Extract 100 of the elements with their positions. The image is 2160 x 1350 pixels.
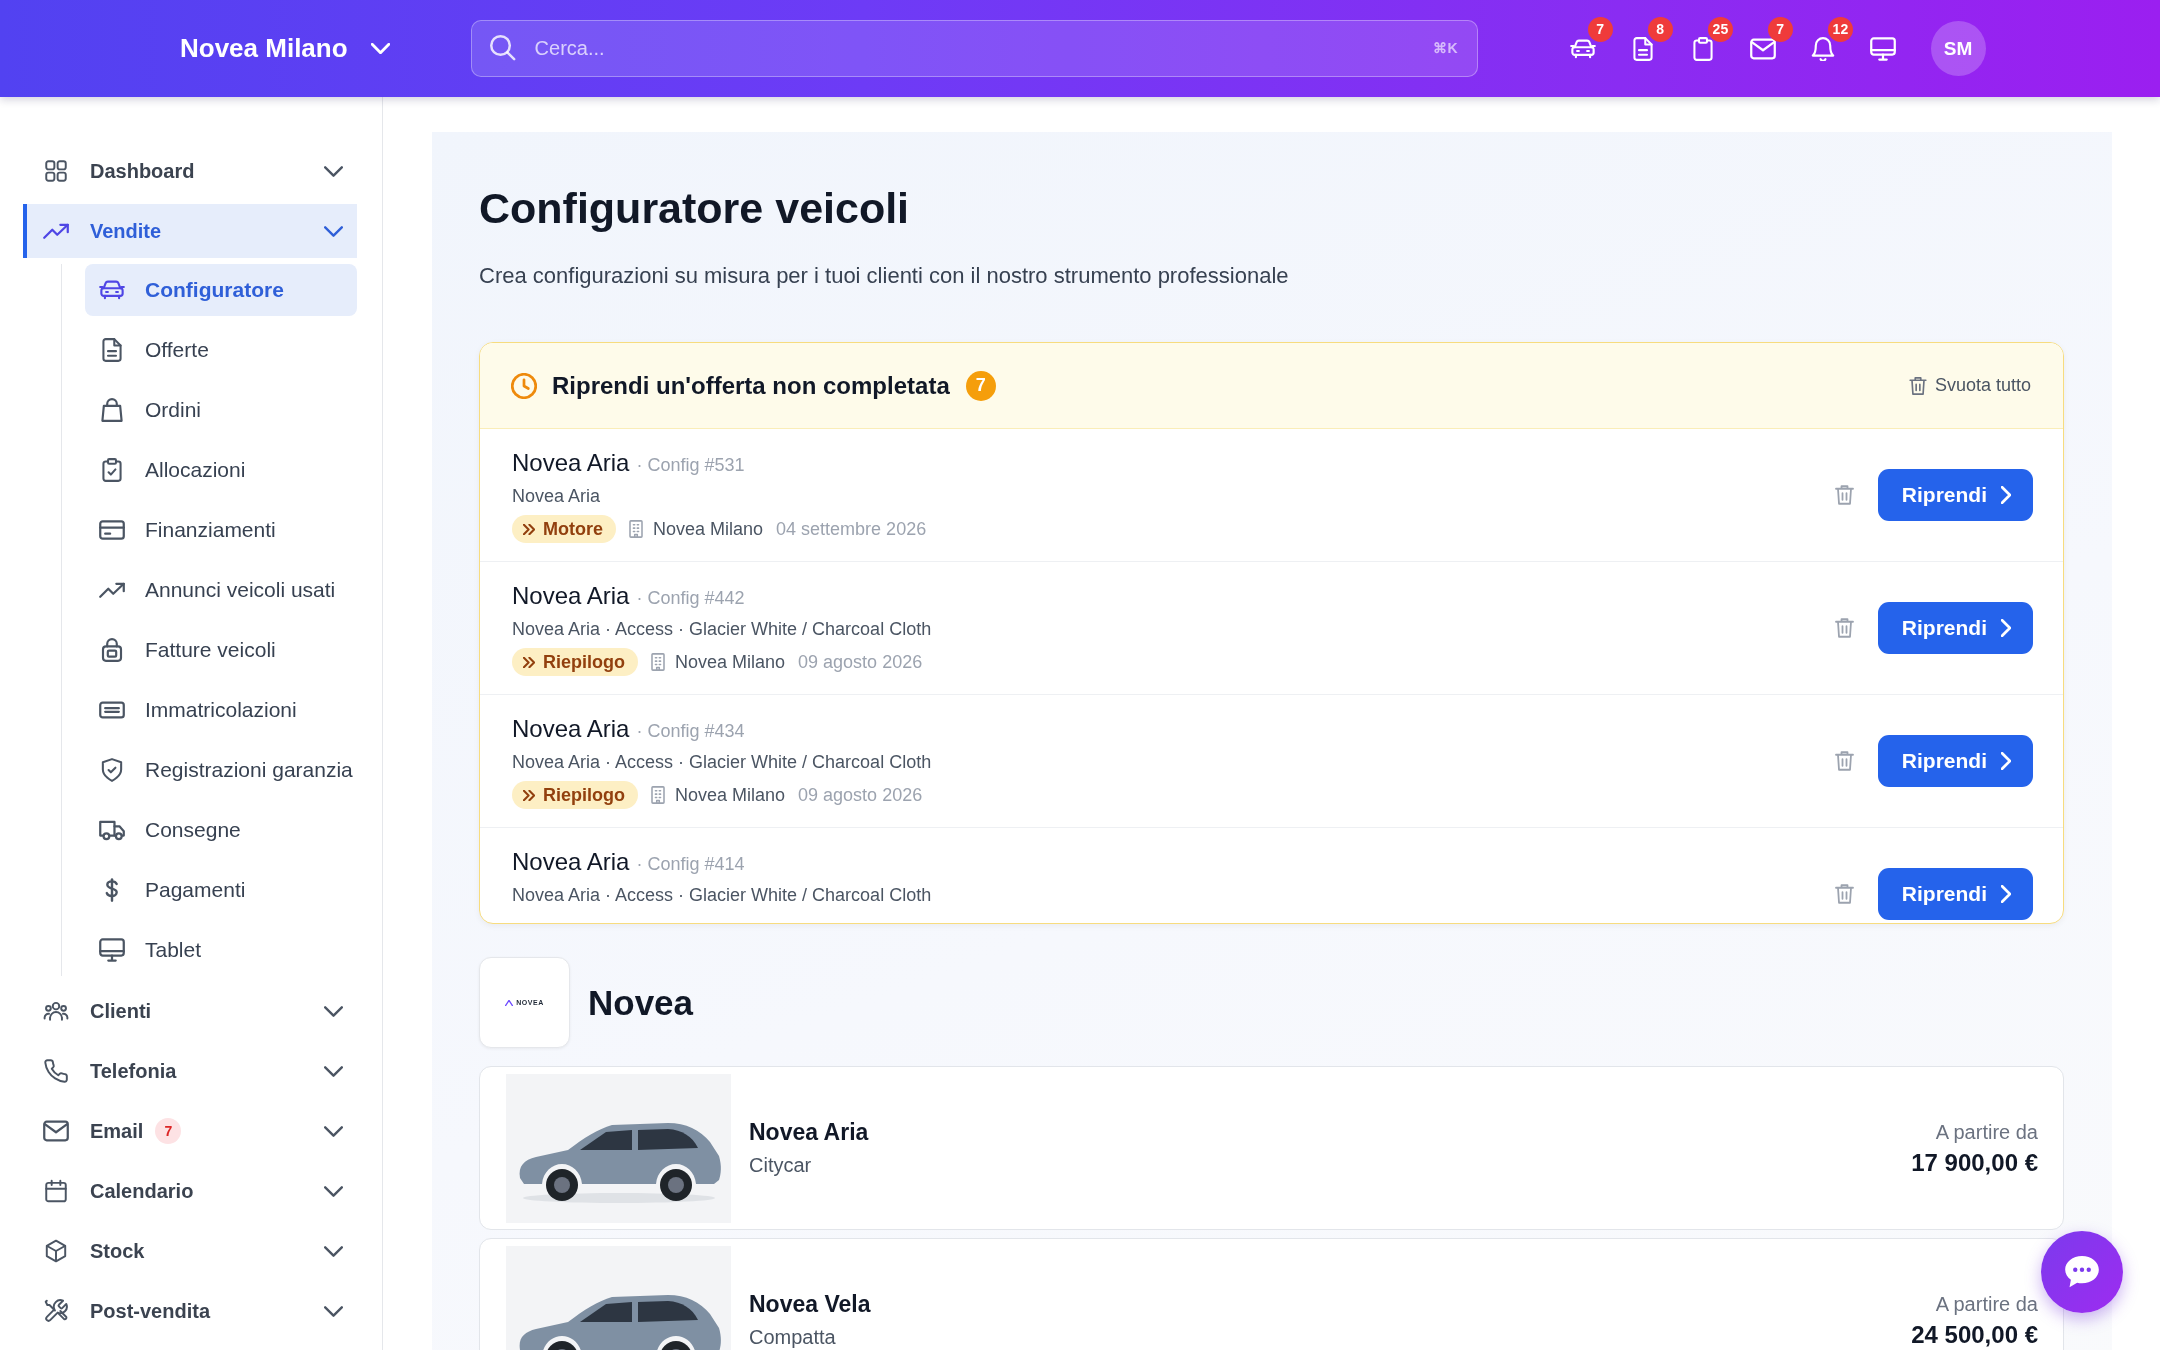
building-icon [628,520,644,538]
tools-icon [43,1298,69,1324]
resume-button[interactable]: Riprendi [1877,735,2033,787]
calendar-icon [43,1178,69,1204]
vehicle-category: Citycar [749,1153,812,1178]
nav-item[interactable]: Clienti [23,984,357,1038]
nav-subitem[interactable]: Allocazioni [85,444,357,496]
offer-date: 04 settembre 2026 [776,518,927,540]
vehicle-price: 24 500,00 € [1911,1321,2038,1349]
chevron-down-icon [324,225,343,237]
config-details: Novea Aria · Access · Glacier White / Charcoal Cloth [512,751,932,774]
config-number: · Config #442 [636,587,745,610]
chevron-down-icon [324,165,343,177]
vehicle-name: Novea Vela [749,1290,871,1318]
nav-subitem[interactable]: Registrazioni garanzia [85,744,357,796]
double-chevron-icon [523,656,535,668]
section-title: Riprendi un'offerta non completata [552,371,950,400]
nav-item[interactable]: Email 7 [23,1104,357,1158]
resume-button[interactable]: Riprendi [1877,602,2033,654]
nav-item[interactable]: Stock [23,1224,357,1278]
nav-subitem[interactable]: Tablet [85,924,357,976]
lock-icon [99,638,125,662]
grid-icon [43,158,69,184]
cube-icon [43,1238,69,1264]
monitor-icon[interactable] [1869,36,1896,61]
phone-icon [43,1058,69,1084]
trash-icon [1908,376,1927,395]
chevron-down-icon [370,43,390,54]
chat-icon [2065,1256,2099,1288]
monitor-icon [99,938,125,962]
bell-icon[interactable] [1809,36,1836,61]
shortcut-hint: ⌘K [1433,40,1458,57]
car-icon [99,278,125,302]
nav-item[interactable]: Vendite [23,204,357,258]
building-icon [650,786,666,804]
vehicle-card[interactable]: Novea Aria Citycar A partire da 17 900,00 € [479,1066,2064,1230]
nav-item[interactable]: Calendario [23,1164,357,1218]
model-name: Novea Aria [512,714,630,744]
nav-item[interactable]: Dashboard [23,144,357,198]
nav-subitem[interactable]: Pagamenti [85,864,357,916]
chevron-right-icon [2001,885,2011,903]
offer-date: 09 agosto 2026 [798,784,923,806]
count-badge: 7 [1767,16,1793,42]
vehicle-category: Compatta [749,1325,836,1350]
count-badge: 25 [1707,16,1734,42]
page-subtitle: Crea configurazioni su misura per i tuoi clienti con il nostro strumento professionale [479,262,1289,290]
page-title: Configuratore veicoli [479,183,910,234]
resume-button[interactable]: Riprendi [1877,868,2033,920]
bag-icon [99,398,125,422]
clear-all-button[interactable]: Svuota tutto [1908,375,2031,396]
location-name: Novea Milano [653,518,764,540]
model-name: Novea Aria [512,847,630,877]
vehicle-name: Novea Aria [749,1118,869,1146]
vehicle-price: 17 900,00 € [1911,1149,2038,1177]
location-switcher[interactable]: Novea Milano [180,33,390,64]
nav-subitem[interactable]: Ordini [85,384,357,436]
chevron-down-icon [324,1305,343,1317]
building-icon [650,653,666,671]
nav-subitem[interactable]: Finanziamenti [85,504,357,556]
location-name: Novea Milano [675,651,786,673]
vehicle-card[interactable]: Novea Vela Compatta A partire da 24 500,00 € [479,1238,2064,1350]
search-icon [489,35,516,61]
step-name: Riepilogo [543,651,625,673]
avatar[interactable]: SM [1930,21,1986,76]
nav-subitem[interactable]: Consegne [85,804,357,856]
chevron-down-icon [324,1125,343,1137]
nav-item[interactable]: Post-vendita [23,1284,357,1338]
model-name: Novea Aria [512,581,630,611]
resume-button[interactable]: Riprendi [1877,469,2033,521]
nav-subitem[interactable]: Immatricolazioni [85,684,357,736]
chevron-down-icon [324,1065,343,1077]
logo-mark-icon [505,999,514,1006]
double-chevron-icon [523,523,535,535]
config-details: Novea Aria · Access · Glacier White / Charcoal Cloth [512,884,932,907]
offer-date: 09 agosto 2026 [798,651,923,673]
truck-icon [99,818,125,842]
double-chevron-icon [523,789,535,801]
shield-check-icon [99,758,125,782]
config-number: · Config #434 [636,720,745,743]
mail-icon[interactable] [1749,36,1776,61]
chevron-right-icon [2001,619,2011,637]
chevron-down-icon [324,1245,343,1257]
brand-name: Novea [588,982,694,1023]
config-number: · Config #414 [636,853,745,876]
nav-subitem[interactable]: Annunci veicoli usati [85,564,357,616]
clock-icon [511,372,537,399]
nav-subitem[interactable]: Configuratore [85,264,357,316]
config-details: Novea Aria [512,485,601,508]
count-badge: 8 [1647,16,1673,42]
document-icon [99,338,125,362]
credit-card-icon [99,518,125,542]
nav-item[interactable]: Telefonia [23,1044,357,1098]
count-badge: 12 [1827,16,1854,42]
model-name: Novea Aria [512,448,630,478]
price-label: A partire da [1935,1120,2038,1145]
location-name: Novea Milano [675,784,786,806]
nav-subitem[interactable]: Fatture veicoli [85,624,357,676]
chevron-right-icon [2001,486,2011,504]
nav-subitem[interactable]: Offerte [85,324,357,376]
price-label: A partire da [1935,1292,2038,1317]
